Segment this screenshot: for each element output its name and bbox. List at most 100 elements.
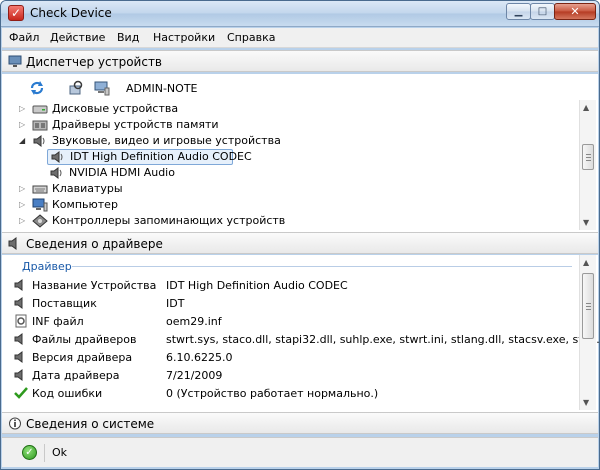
property-label: Версия драйвера [32, 351, 133, 364]
property-value: IDT High Definition Audio CODEC [166, 279, 348, 292]
app-window: ✓ Check Device ▁ □ ✕ Файл Действие Вид Н… [0, 0, 600, 470]
property-value: oem29.inf [166, 315, 222, 328]
driver-info-title: Сведения о драйвере [26, 237, 163, 251]
scan-hardware-icon[interactable] [68, 80, 84, 96]
close-button[interactable]: ✕ [554, 3, 596, 20]
menu-file[interactable]: Файл [9, 31, 39, 44]
speaker-icon [14, 279, 23, 291]
property-row-inf-file: INF файл oem29.inf [2, 313, 577, 331]
property-label: INF файл [32, 315, 84, 328]
property-value: 6.10.6225.0 [166, 351, 233, 364]
checkmark-icon [14, 387, 28, 399]
tree-label: Клавиатуры [52, 182, 123, 195]
tree-label: Дисковые устройства [52, 102, 179, 115]
status-separator [44, 444, 45, 462]
status-ok-icon: ✓ [22, 445, 37, 460]
driver-scroll-thumb[interactable] [582, 273, 594, 339]
tree-label: Компьютер [52, 198, 118, 211]
menu-view[interactable]: Вид [117, 31, 139, 44]
property-row-driver-version: Версия драйвера 6.10.6225.0 [2, 349, 577, 367]
refresh-icon[interactable] [29, 80, 45, 96]
expand-arrow-icon[interactable]: ▷ [19, 201, 27, 209]
system-info-header[interactable]: Сведения о системе [2, 412, 598, 434]
menu-settings[interactable]: Настройки [153, 31, 215, 44]
system-info-title: Сведения о системе [26, 417, 155, 431]
title-bar: ✓ Check Device ▁ □ ✕ [1, 1, 599, 27]
tree-node-disk-drives[interactable]: ▷ Дисковые устройства [2, 101, 572, 117]
speaker-icon [14, 297, 23, 309]
tree-node-keyboards[interactable]: ▷ Клавиатуры [2, 181, 572, 197]
driver-info-panel: Драйвер Название Устройства IDT High Def… [2, 255, 599, 412]
speaker-icon [14, 351, 23, 363]
device-tree: ▷ Дисковые устройства ▷ Драйверы устройс… [2, 100, 598, 232]
monitor-icon [8, 55, 22, 67]
property-row-device-name: Название Устройства IDT High Definition … [2, 277, 577, 295]
speaker-icon [50, 167, 62, 179]
property-value: 0 (Устройство работает нормально.) [166, 387, 379, 400]
speaker-icon [8, 237, 17, 250]
disk-drive-icon [32, 105, 48, 114]
tree-scroll-thumb[interactable] [582, 144, 594, 170]
app-check-icon: ✓ [8, 5, 24, 21]
status-bar: ✓ Ok [2, 437, 598, 467]
property-label: Файлы драйверов [32, 333, 137, 346]
menu-bar: Файл Действие Вид Настройки Справка [2, 28, 598, 48]
property-label: Код ошибки [32, 387, 103, 400]
property-value: 7/21/2009 [166, 369, 223, 382]
property-value: stwrt.sys, staco.dll, stapi32.dll, suhlp… [166, 333, 600, 346]
menu-action[interactable]: Действие [50, 31, 105, 44]
driver-info-header[interactable]: Сведения о драйвере [2, 232, 598, 254]
property-row-error-code: Код ошибки 0 (Устройство работает нормал… [2, 385, 577, 403]
computer-icon [32, 198, 48, 212]
window-title: Check Device [30, 6, 112, 20]
expand-arrow-icon[interactable]: ▷ [19, 185, 27, 193]
machine-name: ADMIN-NOTE [126, 82, 198, 95]
device-toolbar: ADMIN-NOTE [2, 74, 598, 100]
tree-node-nvidia-hdmi[interactable]: NVIDIA HDMI Audio [47, 165, 247, 181]
property-row-vendor: Поставщик IDT [2, 295, 577, 313]
tree-node-idt-audio[interactable]: IDT High Definition Audio CODEC [47, 149, 252, 165]
menu-help[interactable]: Справка [227, 31, 275, 44]
group-divider [72, 266, 572, 267]
tree-node-computer[interactable]: ▷ Компьютер [2, 197, 572, 213]
tree-node-storage-controllers[interactable]: ▷ Контроллеры запоминающих устройств [2, 213, 572, 229]
keyboard-icon [32, 185, 48, 194]
device-manager-header[interactable]: Диспетчер устройств [2, 50, 598, 72]
expand-arrow-icon[interactable]: ▷ [19, 105, 27, 113]
scroll-down-icon[interactable]: ▼ [583, 398, 589, 407]
driver-group-title: Драйвер [22, 260, 72, 273]
tree-node-memory-drivers[interactable]: ▷ Драйверы устройств памяти [2, 117, 572, 133]
scroll-up-icon[interactable]: ▲ [583, 258, 589, 267]
minimize-button[interactable]: ▁ [506, 3, 531, 20]
tree-label: Контроллеры запоминающих устройств [52, 214, 286, 227]
scroll-down-icon[interactable]: ▼ [583, 218, 589, 227]
status-text: Ok [52, 446, 68, 459]
info-icon [9, 417, 21, 430]
scroll-up-icon[interactable]: ▲ [583, 103, 589, 112]
memory-device-icon [32, 120, 48, 131]
gear-file-icon [15, 314, 27, 328]
device-manager-title: Диспетчер устройств [26, 55, 163, 69]
speaker-icon [14, 333, 23, 345]
storage-controller-icon [32, 214, 48, 228]
tree-label: Драйверы устройств памяти [52, 118, 219, 131]
property-row-driver-date: Дата драйвера 7/21/2009 [2, 367, 577, 385]
tree-scrollbar[interactable]: ▲ ▼ [579, 100, 596, 230]
speaker-icon [14, 369, 23, 381]
driver-scrollbar[interactable]: ▲ ▼ [579, 255, 596, 410]
expand-arrow-icon[interactable]: ▷ [19, 217, 27, 225]
maximize-button[interactable]: □ [530, 3, 555, 20]
property-label: Дата драйвера [32, 369, 120, 382]
property-label: Название Устройства [32, 279, 157, 292]
property-label: Поставщик [32, 297, 97, 310]
speaker-icon [51, 151, 63, 163]
property-row-driver-files: Файлы драйверов stwrt.sys, staco.dll, st… [2, 331, 599, 349]
property-value: IDT [166, 297, 185, 310]
tree-node-sound-video[interactable]: ◢ Звуковые, видео и игровые устройства [2, 133, 572, 149]
tree-label: IDT High Definition Audio CODEC [70, 150, 252, 163]
speaker-icon [33, 135, 45, 147]
computer-icon [94, 81, 110, 96]
tree-label: Звуковые, видео и игровые устройства [52, 134, 281, 147]
expand-arrow-icon[interactable]: ▷ [19, 121, 27, 129]
collapse-arrow-icon[interactable]: ◢ [19, 137, 27, 145]
